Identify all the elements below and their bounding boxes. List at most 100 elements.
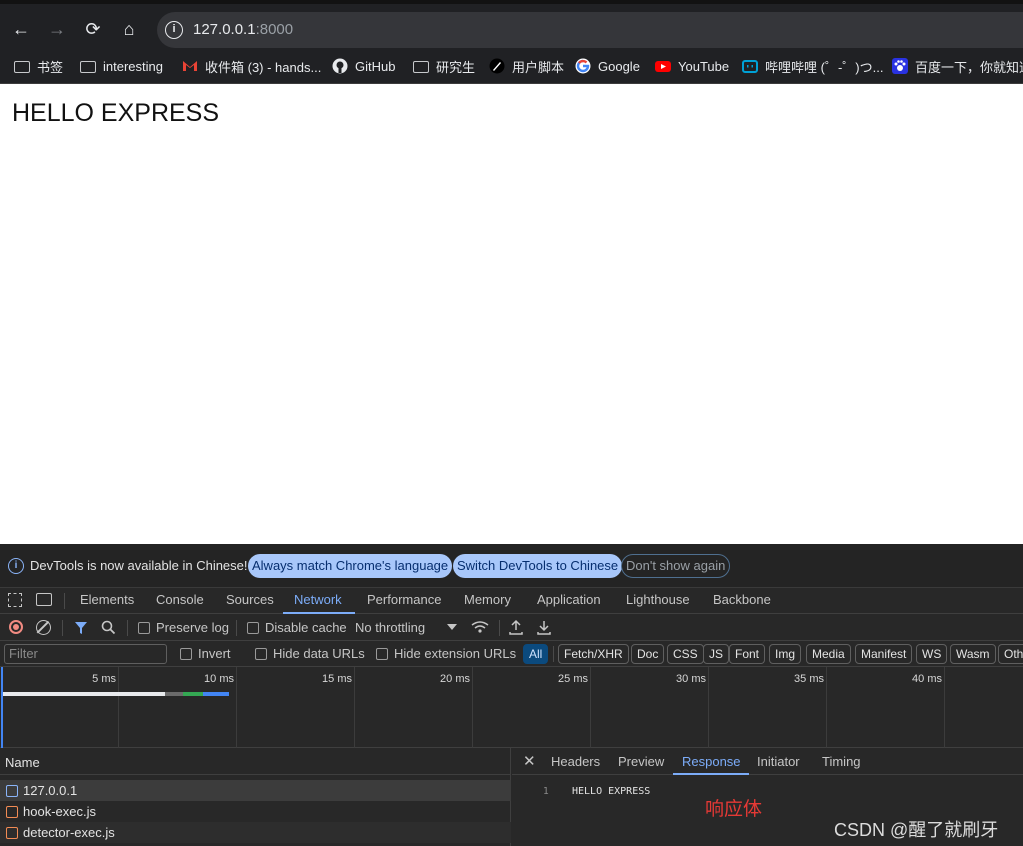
filter-type-doc[interactable]: Doc — [631, 644, 665, 664]
devtools-tabs: Elements Console Sources Network Perform… — [0, 588, 1023, 614]
clear-icon[interactable] — [36, 620, 51, 635]
address-bar[interactable]: i 127.0.0.1:8000 — [157, 12, 1023, 48]
bookmark-item[interactable]: 用户脚本 — [489, 56, 564, 76]
forward-icon[interactable]: → — [46, 18, 68, 40]
network-overview[interactable]: 5 ms 10 ms 15 ms 20 ms 25 ms 30 ms 35 ms… — [0, 667, 1023, 748]
divider — [62, 620, 63, 636]
invert-checkbox[interactable] — [180, 648, 192, 660]
bookmark-item[interactable]: 研究生 — [413, 56, 475, 76]
filter-type-fetch-xhr[interactable]: Fetch/XHR — [558, 644, 629, 664]
info-icon: i — [8, 558, 24, 574]
preserve-log-checkbox[interactable] — [138, 622, 150, 634]
match-language-button[interactable]: Always match Chrome's language — [248, 554, 453, 578]
site-info-icon[interactable]: i — [165, 21, 183, 39]
script-icon — [6, 806, 18, 818]
response-annotation: 响应体 — [705, 799, 763, 820]
filter-input[interactable]: Filter — [4, 644, 167, 664]
folder-icon — [413, 60, 429, 73]
filter-type-css[interactable]: CSS — [667, 644, 704, 664]
browser-toolbar: ← → ⟳ ⌂ i 127.0.0.1:8000 — [0, 0, 1023, 48]
bookmark-item[interactable]: 哔哩哔哩 (゜-゜)つ... — [742, 56, 883, 76]
tab-console[interactable]: Console — [156, 592, 204, 607]
filter-type-js[interactable]: JS — [703, 644, 730, 664]
filter-type-other[interactable]: Oth — [998, 644, 1023, 664]
disable-cache-checkbox[interactable] — [247, 622, 259, 634]
record-icon[interactable] — [9, 620, 23, 634]
hide-extension-urls-checkbox[interactable] — [376, 648, 388, 660]
disable-cache-label: Disable cache — [265, 620, 347, 635]
timeline-start-marker — [1, 667, 3, 748]
tab-performance[interactable]: Performance — [367, 592, 441, 607]
bookmark-item[interactable]: 书签 — [14, 56, 63, 76]
bookmark-item[interactable]: YouTube — [655, 56, 729, 76]
close-icon[interactable]: ✕ — [523, 752, 536, 770]
tab-response[interactable]: Response — [682, 754, 741, 769]
response-body[interactable]: HELLO EXPRESS — [572, 786, 650, 797]
download-icon[interactable] — [537, 619, 551, 638]
table-row[interactable]: hook-exec.js — [0, 801, 511, 822]
timeline-gridline — [354, 667, 355, 748]
name-column-header[interactable]: Name — [0, 748, 511, 775]
tab-headers[interactable]: Headers — [551, 754, 600, 769]
inspect-element-icon[interactable] — [8, 593, 22, 607]
filter-type-media[interactable]: Media — [806, 644, 851, 664]
invert-label: Invert — [198, 646, 231, 661]
tab-backbone[interactable]: Backbone — [713, 592, 771, 607]
tab-memory[interactable]: Memory — [464, 592, 511, 607]
active-tab-indicator — [673, 773, 749, 775]
filter-type-manifest[interactable]: Manifest — [855, 644, 913, 664]
bookmark-item[interactable]: 收件箱 (3) - hands... — [182, 56, 321, 76]
search-icon[interactable] — [101, 620, 116, 638]
divider — [499, 620, 500, 636]
tab-lighthouse[interactable]: Lighthouse — [626, 592, 690, 607]
tab-network[interactable]: Network — [294, 592, 342, 607]
document-icon — [6, 785, 18, 797]
tab-elements[interactable]: Elements — [80, 592, 134, 607]
dont-show-again-button[interactable]: Don't show again — [621, 554, 731, 578]
throttling-select[interactable]: No throttling — [355, 620, 425, 635]
network-conditions-icon[interactable] — [471, 620, 489, 638]
hide-data-urls-label: Hide data URLs — [273, 646, 365, 661]
bookmark-item[interactable]: 百度一下，你就知道 — [892, 56, 1023, 76]
device-toolbar-icon[interactable] — [36, 593, 52, 606]
timeline-gridline — [236, 667, 237, 748]
filter-type-ws[interactable]: WS — [916, 644, 948, 664]
network-toolbar: Preserve log Disable cache No throttling — [0, 614, 1023, 641]
upload-icon[interactable] — [509, 619, 523, 638]
timeline-request-bar — [3, 692, 165, 696]
filter-type-font[interactable]: Font — [729, 644, 766, 664]
youtube-icon — [655, 58, 671, 74]
baidu-icon — [892, 58, 908, 74]
filter-type-img[interactable]: Img — [769, 644, 802, 664]
reload-icon[interactable]: ⟳ — [82, 18, 104, 40]
github-icon — [332, 58, 348, 74]
switch-chinese-button[interactable]: Switch DevTools to Chinese — [453, 554, 623, 578]
folder-icon — [80, 60, 96, 73]
bookmark-item[interactable]: interesting — [80, 56, 163, 76]
timeline-tick: 20 ms — [440, 673, 470, 685]
divider — [64, 593, 65, 609]
table-row[interactable]: detector-exec.js — [0, 822, 511, 843]
filter-type-all[interactable]: All — [523, 644, 549, 664]
hide-data-urls-checkbox[interactable] — [255, 648, 267, 660]
bookmark-item[interactable]: Google — [575, 56, 640, 76]
tab-timing[interactable]: Timing — [822, 754, 861, 769]
chevron-down-icon[interactable] — [447, 624, 457, 630]
request-detail-panel: ✕ Headers Preview Response Initiator Tim… — [512, 748, 1023, 846]
tab-application[interactable]: Application — [537, 592, 601, 607]
table-row[interactable]: 127.0.0.1 — [0, 780, 511, 801]
tab-preview[interactable]: Preview — [618, 754, 664, 769]
page-content: HELLO EXPRESS — [0, 85, 1023, 544]
tab-initiator[interactable]: Initiator — [757, 754, 800, 769]
filter-icon[interactable] — [74, 621, 88, 638]
divider — [127, 620, 128, 636]
devtools-panel: i DevTools is now available in Chinese! … — [0, 544, 1023, 846]
timeline-request-bar — [183, 692, 203, 696]
filter-type-wasm[interactable]: Wasm — [950, 644, 996, 664]
bookmarks-bar: 书签 interesting 收件箱 (3) - hands... GitHub… — [0, 48, 1023, 84]
tab-sources[interactable]: Sources — [226, 592, 274, 607]
bookmark-item[interactable]: GitHub — [332, 56, 395, 76]
back-icon[interactable]: ← — [10, 18, 32, 40]
url-text[interactable]: 127.0.0.1:8000 — [193, 21, 293, 38]
home-icon[interactable]: ⌂ — [118, 18, 140, 40]
